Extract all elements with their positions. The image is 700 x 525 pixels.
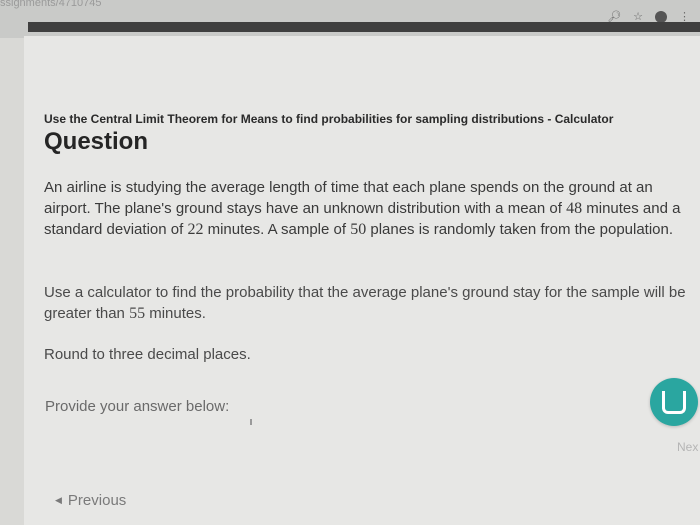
url-fragment[interactable]: ssignments/4710745 (0, 0, 102, 9)
app-header-bar (28, 22, 700, 32)
problem-text-4: planes is randomly taken from the popula… (366, 221, 674, 238)
previous-label: Previous (67, 492, 127, 509)
chevron-left-icon: ◀ (55, 495, 62, 505)
mean-value: 48 (566, 200, 583, 217)
sample-size-value: 50 (350, 221, 367, 238)
instruction-text: Use a calculator to find the probability… (44, 282, 700, 324)
breadcrumb: Use the Central Limit Theorem for Means … (44, 112, 614, 126)
threshold-value: 55 (129, 305, 146, 322)
chat-help-button[interactable] (650, 378, 698, 426)
next-button[interactable]: Nex (677, 440, 698, 454)
browser-toolbar: ssignments/4710745 🔎︎ ☆ ⋮ (0, 0, 700, 38)
problem-text-3: minutes. A sample of (203, 221, 351, 238)
answer-prompt: Provide your answer below: (45, 398, 230, 415)
problem-text-1: An airline is studying the average lengt… (44, 179, 653, 217)
rounding-instruction: Round to three decimal places. (44, 346, 251, 363)
sd-value: 22 (187, 221, 204, 238)
problem-statement: An airline is studying the average lengt… (44, 177, 694, 240)
answer-input-cursor[interactable] (250, 419, 252, 425)
question-page: Use the Central Limit Theorem for Means … (24, 36, 700, 525)
extension-icon[interactable] (655, 10, 667, 23)
instruction-text-2: minutes. (145, 305, 206, 322)
previous-button[interactable]: ◀ Previous (55, 492, 126, 509)
chat-icon (662, 390, 686, 414)
page-title: Question (44, 128, 149, 155)
